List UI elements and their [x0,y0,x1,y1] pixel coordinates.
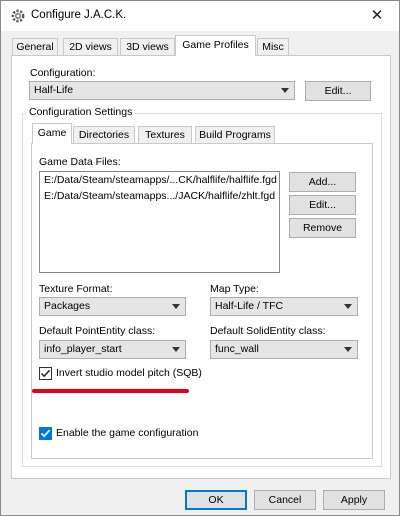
cancel-button[interactable]: Cancel [254,490,316,510]
texture-format-select[interactable]: Packages [39,297,186,316]
chevron-down-icon [172,347,180,352]
invert-pitch-checkbox[interactable] [39,367,52,380]
subtab-game[interactable]: Game [32,123,72,144]
solid-entity-select[interactable]: func_wall [210,340,358,359]
texture-format-value: Packages [44,300,91,312]
map-type-value: Half-Life / TFC [215,300,284,312]
tab-misc[interactable]: Misc [257,38,289,56]
point-entity-value: info_player_start [44,343,122,355]
game-data-files-list[interactable]: E:/Data/Steam/steamapps/...CK/halflife/h… [39,171,280,273]
apply-button[interactable]: Apply [323,490,385,510]
chevron-down-icon [344,347,352,352]
edit-fgd-button[interactable]: Edit... [289,195,356,215]
list-item[interactable]: E:/Data/Steam/steamapps/...CK/halflife/h… [40,172,279,188]
red-underline-annotation [32,389,189,393]
tab-2d-views[interactable]: 2D views [63,38,118,56]
remove-fgd-button[interactable]: Remove [289,218,356,238]
enable-config-label[interactable]: Enable the game configuration [56,427,198,439]
configuration-settings-label: Configuration Settings [27,106,135,118]
configuration-select-value: Half-Life [34,84,74,96]
texture-format-label: Texture Format: [39,283,113,295]
subtab-build-programs[interactable]: Build Programs [195,126,275,144]
chevron-down-icon [172,304,180,309]
add-fgd-button[interactable]: Add... [289,172,356,192]
configure-window: Configure J.A.C.K. ✕ General 2D views 3D… [0,0,400,516]
point-entity-label: Default PointEntity class: [39,325,156,337]
configuration-edit-button[interactable]: Edit... [305,81,371,101]
point-entity-select[interactable]: info_player_start [39,340,186,359]
checkmark-icon [40,429,51,438]
list-item[interactable]: E:/Data/Steam/steamapps.../JACK/halflife… [40,188,279,204]
tab-game-profiles[interactable]: Game Profiles [175,35,256,56]
tab-3d-views[interactable]: 3D views [120,38,175,56]
gear-icon [10,8,26,24]
close-icon[interactable]: ✕ [355,1,399,31]
tab-general[interactable]: General [12,38,58,56]
game-data-files-label: Game Data Files: [39,156,121,168]
chevron-down-icon [344,304,352,309]
ok-button[interactable]: OK [185,490,247,510]
enable-config-checkbox[interactable] [39,427,52,440]
invert-pitch-label[interactable]: Invert studio model pitch (SQB) [56,367,202,379]
subtab-textures[interactable]: Textures [138,126,192,144]
solid-entity-label: Default SolidEntity class: [210,325,326,337]
chevron-down-icon [281,88,289,93]
window-title: Configure J.A.C.K. [31,9,127,21]
checkmark-icon [40,369,51,378]
map-type-label: Map Type: [210,283,259,295]
configuration-label: Configuration: [30,67,96,79]
title-bar: Configure J.A.C.K. ✕ [1,1,399,31]
solid-entity-value: func_wall [215,343,259,355]
map-type-select[interactable]: Half-Life / TFC [210,297,358,316]
subtab-directories[interactable]: Directories [73,126,135,144]
configuration-select[interactable]: Half-Life [29,81,295,100]
